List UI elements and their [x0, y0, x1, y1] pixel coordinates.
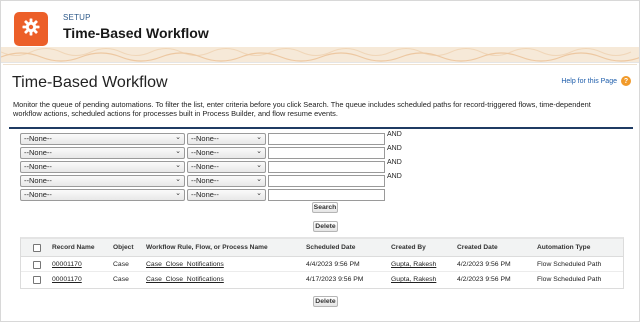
column-header[interactable]: Record Name [52, 244, 95, 251]
object-cell: Case [113, 261, 129, 268]
and-label: AND [387, 131, 402, 138]
operator-select[interactable]: --None-- ⌄ [187, 175, 266, 187]
column-header[interactable]: Scheduled Date [306, 244, 355, 251]
delete-button[interactable]: Delete [313, 296, 338, 307]
scheduled-date-cell: 4/17/2023 9:56 PM [306, 276, 364, 283]
help-link[interactable]: Help for this Page [561, 78, 617, 85]
table-header: Record Name Object Workflow Rule, Flow, … [21, 239, 623, 257]
gear-icon [21, 17, 41, 42]
object-cell: Case [113, 276, 129, 283]
created-by-link[interactable]: Gupta, Rakesh [391, 276, 436, 283]
header-decoration [1, 47, 639, 62]
and-label: AND [387, 145, 402, 152]
header-title: Time-Based Workflow [63, 25, 209, 41]
question-icon[interactable]: ? [621, 76, 631, 86]
operator-select[interactable]: --None-- ⌄ [187, 189, 266, 201]
select-all-checkbox[interactable] [33, 244, 41, 252]
chevron-down-icon: ⌄ [256, 162, 262, 169]
workflow-name-link[interactable]: Case_Close_Notifications [146, 261, 224, 268]
chevron-down-icon: ⌄ [256, 176, 262, 183]
value-input[interactable] [268, 147, 385, 159]
record-name-link[interactable]: 00001170 [52, 276, 82, 283]
value-input[interactable] [268, 161, 385, 173]
workflow-name-link[interactable]: Case_Close_Notifications [146, 276, 224, 283]
table-row: 00001170 Case Case_Close_Notifications 4… [21, 258, 623, 272]
created-date-cell: 4/2/2023 9:56 PM [457, 261, 511, 268]
setup-gear-tile [14, 12, 48, 46]
setup-label: SETUP [63, 13, 91, 22]
operator-select[interactable]: --None-- ⌄ [187, 161, 266, 173]
operator-select[interactable]: --None-- ⌄ [187, 133, 266, 145]
automation-type-cell: Flow Scheduled Path [537, 261, 602, 268]
setup-header: SETUP Time-Based Workflow [1, 1, 639, 63]
field-select[interactable]: --None-- ⌄ [20, 175, 185, 187]
chevron-down-icon: ⌄ [175, 148, 181, 155]
search-button[interactable]: Search [312, 202, 338, 213]
table-row: 00001170 Case Case_Close_Notifications 4… [21, 273, 623, 287]
divider [9, 127, 633, 129]
chevron-down-icon: ⌄ [175, 134, 181, 141]
field-select[interactable]: --None-- ⌄ [20, 147, 185, 159]
field-select[interactable]: --None-- ⌄ [20, 133, 185, 145]
scheduled-date-cell: 4/4/2023 9:56 PM [306, 261, 360, 268]
column-header[interactable]: Object [113, 244, 134, 251]
and-label: AND [387, 173, 402, 180]
row-checkbox[interactable] [33, 276, 41, 284]
row-checkbox[interactable] [33, 261, 41, 269]
value-input[interactable] [268, 133, 385, 145]
column-header[interactable]: Created By [391, 244, 426, 251]
value-input[interactable] [268, 175, 385, 187]
field-select[interactable]: --None-- ⌄ [20, 189, 185, 201]
column-header[interactable]: Workflow Rule, Flow, or Process Name [146, 244, 268, 251]
field-select[interactable]: --None-- ⌄ [20, 161, 185, 173]
chevron-down-icon: ⌄ [175, 162, 181, 169]
automation-type-cell: Flow Scheduled Path [537, 276, 602, 283]
page-content: Time-Based Workflow Help for this Page ?… [3, 64, 637, 320]
created-date-cell: 4/2/2023 9:56 PM [457, 276, 511, 283]
record-name-link[interactable]: 00001170 [52, 261, 82, 268]
chevron-down-icon: ⌄ [175, 190, 181, 197]
chevron-down-icon: ⌄ [175, 176, 181, 183]
window: SETUP Time-Based Workflow Time-Based Wor… [0, 0, 640, 322]
page-title: Time-Based Workflow [12, 74, 168, 91]
column-header[interactable]: Automation Type [537, 244, 590, 251]
results-table: Record Name Object Workflow Rule, Flow, … [20, 237, 624, 289]
chevron-down-icon: ⌄ [256, 148, 262, 155]
created-by-link[interactable]: Gupta, Rakesh [391, 261, 436, 268]
decorative-pattern [1, 48, 639, 62]
operator-select[interactable]: --None-- ⌄ [187, 147, 266, 159]
and-label: AND [387, 159, 402, 166]
column-header[interactable]: Created Date [457, 244, 498, 251]
chevron-down-icon: ⌄ [256, 190, 262, 197]
delete-button[interactable]: Delete [313, 221, 338, 232]
page-description: Monitor the queue of pending automations… [13, 100, 591, 118]
value-input[interactable] [268, 189, 385, 201]
chevron-down-icon: ⌄ [256, 134, 262, 141]
